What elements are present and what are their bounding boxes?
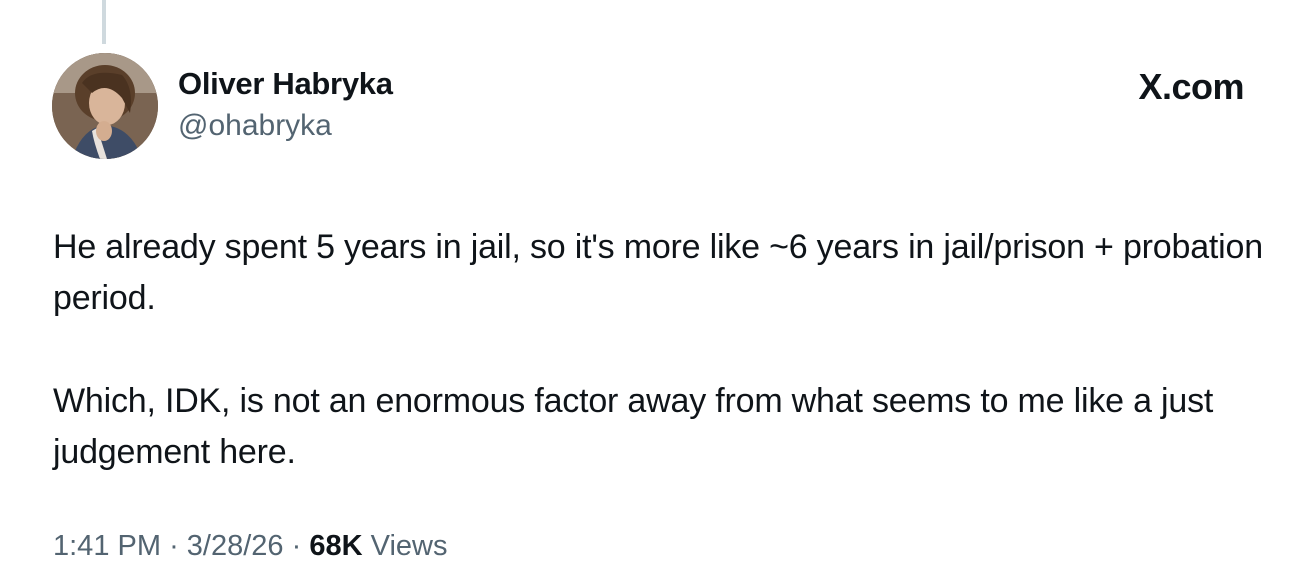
meta-separator: · (169, 530, 179, 562)
thread-connector-line (102, 0, 106, 44)
tweet-text: He already spent 5 years in jail, so it'… (53, 222, 1278, 478)
author-name[interactable]: Oliver Habryka (178, 66, 393, 102)
x-logo: X.com (1138, 66, 1244, 107)
tweet-time[interactable]: 1:41 PM (53, 530, 161, 562)
views-label: Views (370, 530, 448, 562)
author-handle[interactable]: @ohabryka (178, 109, 332, 143)
meta-separator: · (291, 530, 302, 562)
tweet-date[interactable]: 3/28/26 (187, 530, 284, 562)
avatar[interactable] (52, 53, 158, 159)
avatar-photo (52, 53, 158, 159)
tweet-metadata: 1:41 PM · 3/28/26 · 68K Views (53, 530, 447, 563)
views-count: 68K (309, 530, 363, 562)
tweet-paragraph: Which, IDK, is not an enormous factor aw… (53, 382, 1214, 471)
tweet-paragraph: He already spent 5 years in jail, so it'… (53, 228, 1263, 317)
